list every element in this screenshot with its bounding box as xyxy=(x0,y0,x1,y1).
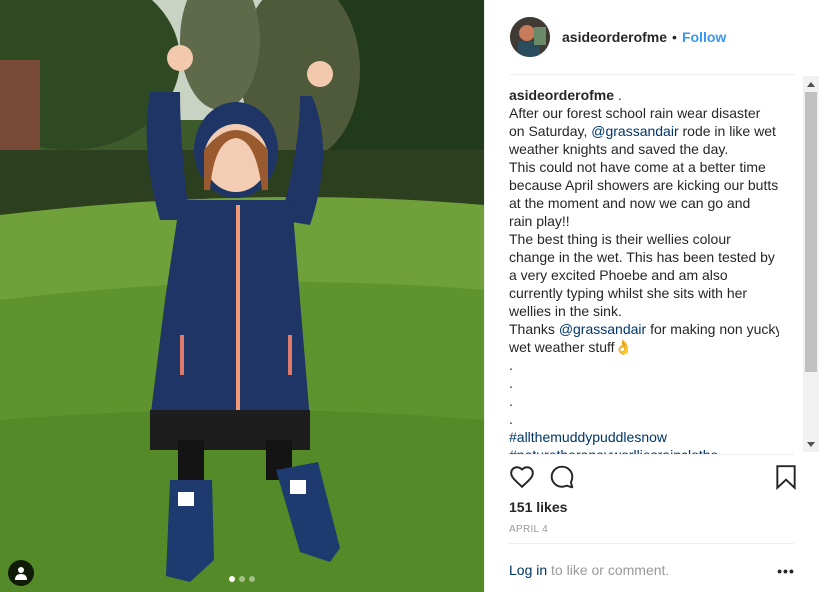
scrollbar-thumb[interactable] xyxy=(805,92,817,372)
avatar-image xyxy=(510,17,550,57)
caption-line: a very excited Phoebe and am also xyxy=(509,267,728,283)
caption-text: on Saturday, xyxy=(509,123,592,139)
person-icon xyxy=(15,567,27,580)
caption-line: Thanks @grassandair for making non yucky xyxy=(509,320,779,338)
header-divider xyxy=(510,74,795,75)
caption-line: rain play!! xyxy=(509,213,570,229)
tagged-user-button[interactable] xyxy=(8,560,34,586)
caption-scrollbar[interactable] xyxy=(803,76,819,452)
mention-link[interactable]: @grassandair xyxy=(559,321,646,337)
actions-divider xyxy=(509,454,794,455)
speech-bubble-icon xyxy=(550,465,574,489)
caption-dot-line: . xyxy=(509,393,513,409)
comment-button[interactable] xyxy=(549,464,575,490)
caption-header-line: asideorderofme . xyxy=(509,86,779,104)
carousel-dot xyxy=(239,576,245,582)
ok-hand-emoji: 👌 xyxy=(614,339,633,355)
carousel-indicator xyxy=(229,576,255,582)
avatar[interactable] xyxy=(510,17,550,57)
bottom-divider xyxy=(509,543,794,544)
like-button[interactable] xyxy=(509,464,535,490)
caption-text: Thanks xyxy=(509,321,559,337)
post-date[interactable]: APRIL 4 xyxy=(509,524,548,535)
hashtag-link[interactable]: #allthemuddypuddlesnow xyxy=(509,428,779,446)
save-button[interactable] xyxy=(775,464,797,491)
post-actions xyxy=(509,462,799,492)
post-header: asideorderofme • Follow xyxy=(485,0,819,74)
login-link[interactable]: Log in xyxy=(509,562,547,578)
more-options-button[interactable]: ••• xyxy=(776,561,796,581)
header-username-link[interactable]: asideorderofme xyxy=(562,29,667,45)
photo-illustration xyxy=(0,0,484,592)
caption-text: wet weather stuff xyxy=(509,339,615,355)
caption-line: After our forest school rain wear disast… xyxy=(509,105,761,121)
carousel-dot xyxy=(249,576,255,582)
likes-count[interactable]: 151 likes xyxy=(509,499,567,515)
follow-button[interactable]: Follow xyxy=(682,29,726,45)
scroll-up-arrow-icon[interactable] xyxy=(803,76,819,92)
caption-dot-line: . xyxy=(509,357,513,373)
caption-line: at the moment and now we can go and xyxy=(509,195,751,211)
bookmark-icon xyxy=(776,465,796,491)
carousel-dot xyxy=(229,576,235,582)
heart-outline-icon xyxy=(510,466,534,489)
scroll-down-arrow-icon[interactable] xyxy=(803,436,819,452)
caption-line: currently typing whilst she sits with he… xyxy=(509,285,748,301)
hashtag-link[interactable]: #naturetheraneyworlliesrainclothe xyxy=(509,446,779,454)
caption-line: wet weather stuff👌 xyxy=(509,338,779,356)
login-prompt-text: to like or comment. xyxy=(547,562,670,578)
caption-line: because April showers are kicking our bu… xyxy=(509,177,779,193)
caption-text: for making non yucky xyxy=(646,321,779,337)
caption-username-link[interactable]: asideorderofme xyxy=(509,87,614,103)
caption-dot-line: . xyxy=(509,375,513,391)
mention-link[interactable]: @grassandair xyxy=(591,123,678,139)
caption-username-suffix: . xyxy=(614,87,622,103)
caption-line: change in the wet. This has been tested … xyxy=(509,249,775,265)
caption-line: weather knights and saved the day. xyxy=(509,141,729,157)
caption-dot-line: . xyxy=(509,411,513,427)
caption-line: This could not have come at a better tim… xyxy=(509,159,766,175)
caption-line: The best thing is their wellies colour xyxy=(509,231,731,247)
caption-line: wellies in the sink. xyxy=(509,303,622,319)
post-photo[interactable] xyxy=(0,0,484,592)
login-prompt: Log in to like or comment. xyxy=(509,562,669,578)
header-bullet: • xyxy=(672,29,677,45)
caption-scroll-area[interactable]: asideorderofme . After our forest school… xyxy=(509,86,779,454)
caption-line: on Saturday, @grassandair rode in like w… xyxy=(509,122,779,140)
caption-text: rode in like wet xyxy=(678,123,776,139)
